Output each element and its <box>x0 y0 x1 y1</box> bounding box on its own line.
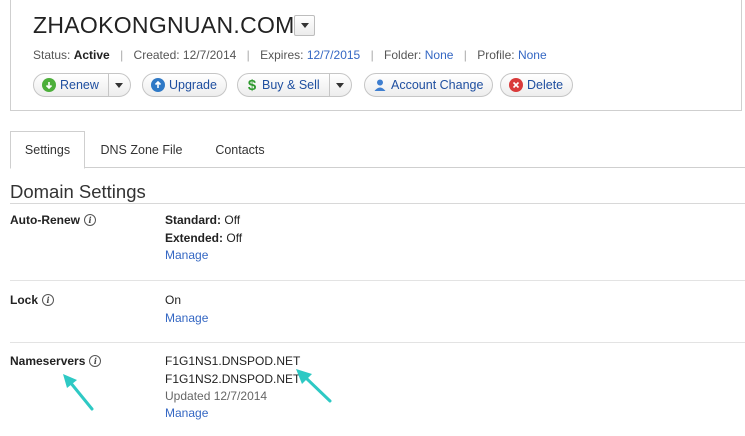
separator: | <box>463 48 467 62</box>
domain-menu-dropdown[interactable] <box>294 15 315 36</box>
profile-label: Profile: <box>477 48 515 62</box>
expires-label: Expires: <box>260 48 304 62</box>
domain-title: ZHAOKONGNUAN.COM <box>33 12 295 38</box>
standard-label: Standard: <box>165 213 222 227</box>
nameservers-label-text: Nameservers <box>10 354 86 368</box>
chevron-down-icon <box>300 23 309 28</box>
info-icon[interactable]: i <box>89 355 102 367</box>
created-label: Created: <box>133 48 180 62</box>
tab-contacts[interactable]: Contacts <box>198 131 282 168</box>
divider <box>10 342 745 343</box>
annotation-arrow-icon <box>63 374 94 411</box>
buy-sell-label: Buy & Sell <box>262 78 320 92</box>
separator: | <box>120 48 124 62</box>
auto-renew-extended: Extended: Off <box>165 231 242 245</box>
renew-label: Renew <box>60 78 99 92</box>
standard-value: Off <box>224 213 241 227</box>
tab-label: DNS Zone File <box>100 142 183 157</box>
section-title: Domain Settings <box>10 181 146 202</box>
chevron-down-icon <box>336 82 345 88</box>
domain-tabs: Settings DNS Zone File Contacts <box>10 131 745 169</box>
dollar-icon: $ <box>247 76 257 94</box>
account-change-label: Account Change <box>391 78 484 92</box>
renew-dropdown-toggle[interactable] <box>107 74 130 96</box>
info-icon[interactable]: i <box>84 214 96 226</box>
delete-icon <box>509 78 523 92</box>
auto-renew-manage-link[interactable]: Manage <box>165 248 208 262</box>
folder-link[interactable]: None <box>425 48 454 62</box>
delete-label: Delete <box>527 78 564 92</box>
chevron-down-icon <box>115 82 124 88</box>
nameserver-1: F1G1NS1.DNSPOD.NET <box>165 354 301 368</box>
annotation-arrow-icon <box>296 369 332 403</box>
nameserver-2: F1G1NS2.DNSPOD.NET <box>165 372 301 386</box>
user-icon <box>373 78 387 92</box>
delete-button[interactable]: Delete <box>500 73 574 97</box>
upgrade-icon <box>151 78 165 92</box>
tab-label: Settings <box>24 143 71 157</box>
expires-link[interactable]: 12/7/2015 <box>307 48 360 62</box>
lock-manage-link[interactable]: Manage <box>165 311 208 325</box>
status-label: Status: <box>33 48 71 62</box>
divider <box>10 280 745 281</box>
domain-status-line: Status: Active | Created: 12/7/2014 | Ex… <box>33 48 547 62</box>
upgrade-label: Upgrade <box>169 78 217 92</box>
separator: | <box>370 48 374 62</box>
extended-label: Extended: <box>165 231 224 245</box>
status-value: Active <box>73 48 110 62</box>
buy-sell-button[interactable]: $ Buy & Sell <box>237 73 352 97</box>
account-change-button[interactable]: Account Change <box>364 73 494 97</box>
auto-renew-label-text: Auto-Renew <box>10 213 80 227</box>
renew-icon <box>42 78 56 92</box>
domain-header-card: ZHAOKONGNUAN.COM Status: Active | Create… <box>10 0 742 111</box>
profile-link[interactable]: None <box>518 48 547 62</box>
nameservers-label: Nameservers i <box>10 354 102 368</box>
upgrade-button[interactable]: Upgrade <box>142 73 227 97</box>
divider <box>10 203 745 204</box>
lock-label: Lock i <box>10 293 55 307</box>
auto-renew-standard: Standard: Off <box>165 213 240 227</box>
extended-value: Off <box>226 231 243 245</box>
lock-label-text: Lock <box>10 293 39 307</box>
tab-settings[interactable]: Settings <box>10 131 85 169</box>
tab-label: Contacts <box>215 142 265 157</box>
nameservers-updated: Updated 12/7/2014 <box>165 389 268 403</box>
buy-sell-dropdown-toggle[interactable] <box>328 74 351 96</box>
info-icon[interactable]: i <box>42 294 55 306</box>
renew-button[interactable]: Renew <box>33 73 131 97</box>
nameservers-manage-link[interactable]: Manage <box>165 406 208 420</box>
tab-dns-zone-file[interactable]: DNS Zone File <box>85 131 198 168</box>
separator: | <box>246 48 250 62</box>
created-value: 12/7/2014 <box>182 48 237 62</box>
auto-renew-label: Auto-Renew i <box>10 213 96 227</box>
lock-value: On <box>165 293 182 307</box>
folder-label: Folder: <box>384 48 422 62</box>
